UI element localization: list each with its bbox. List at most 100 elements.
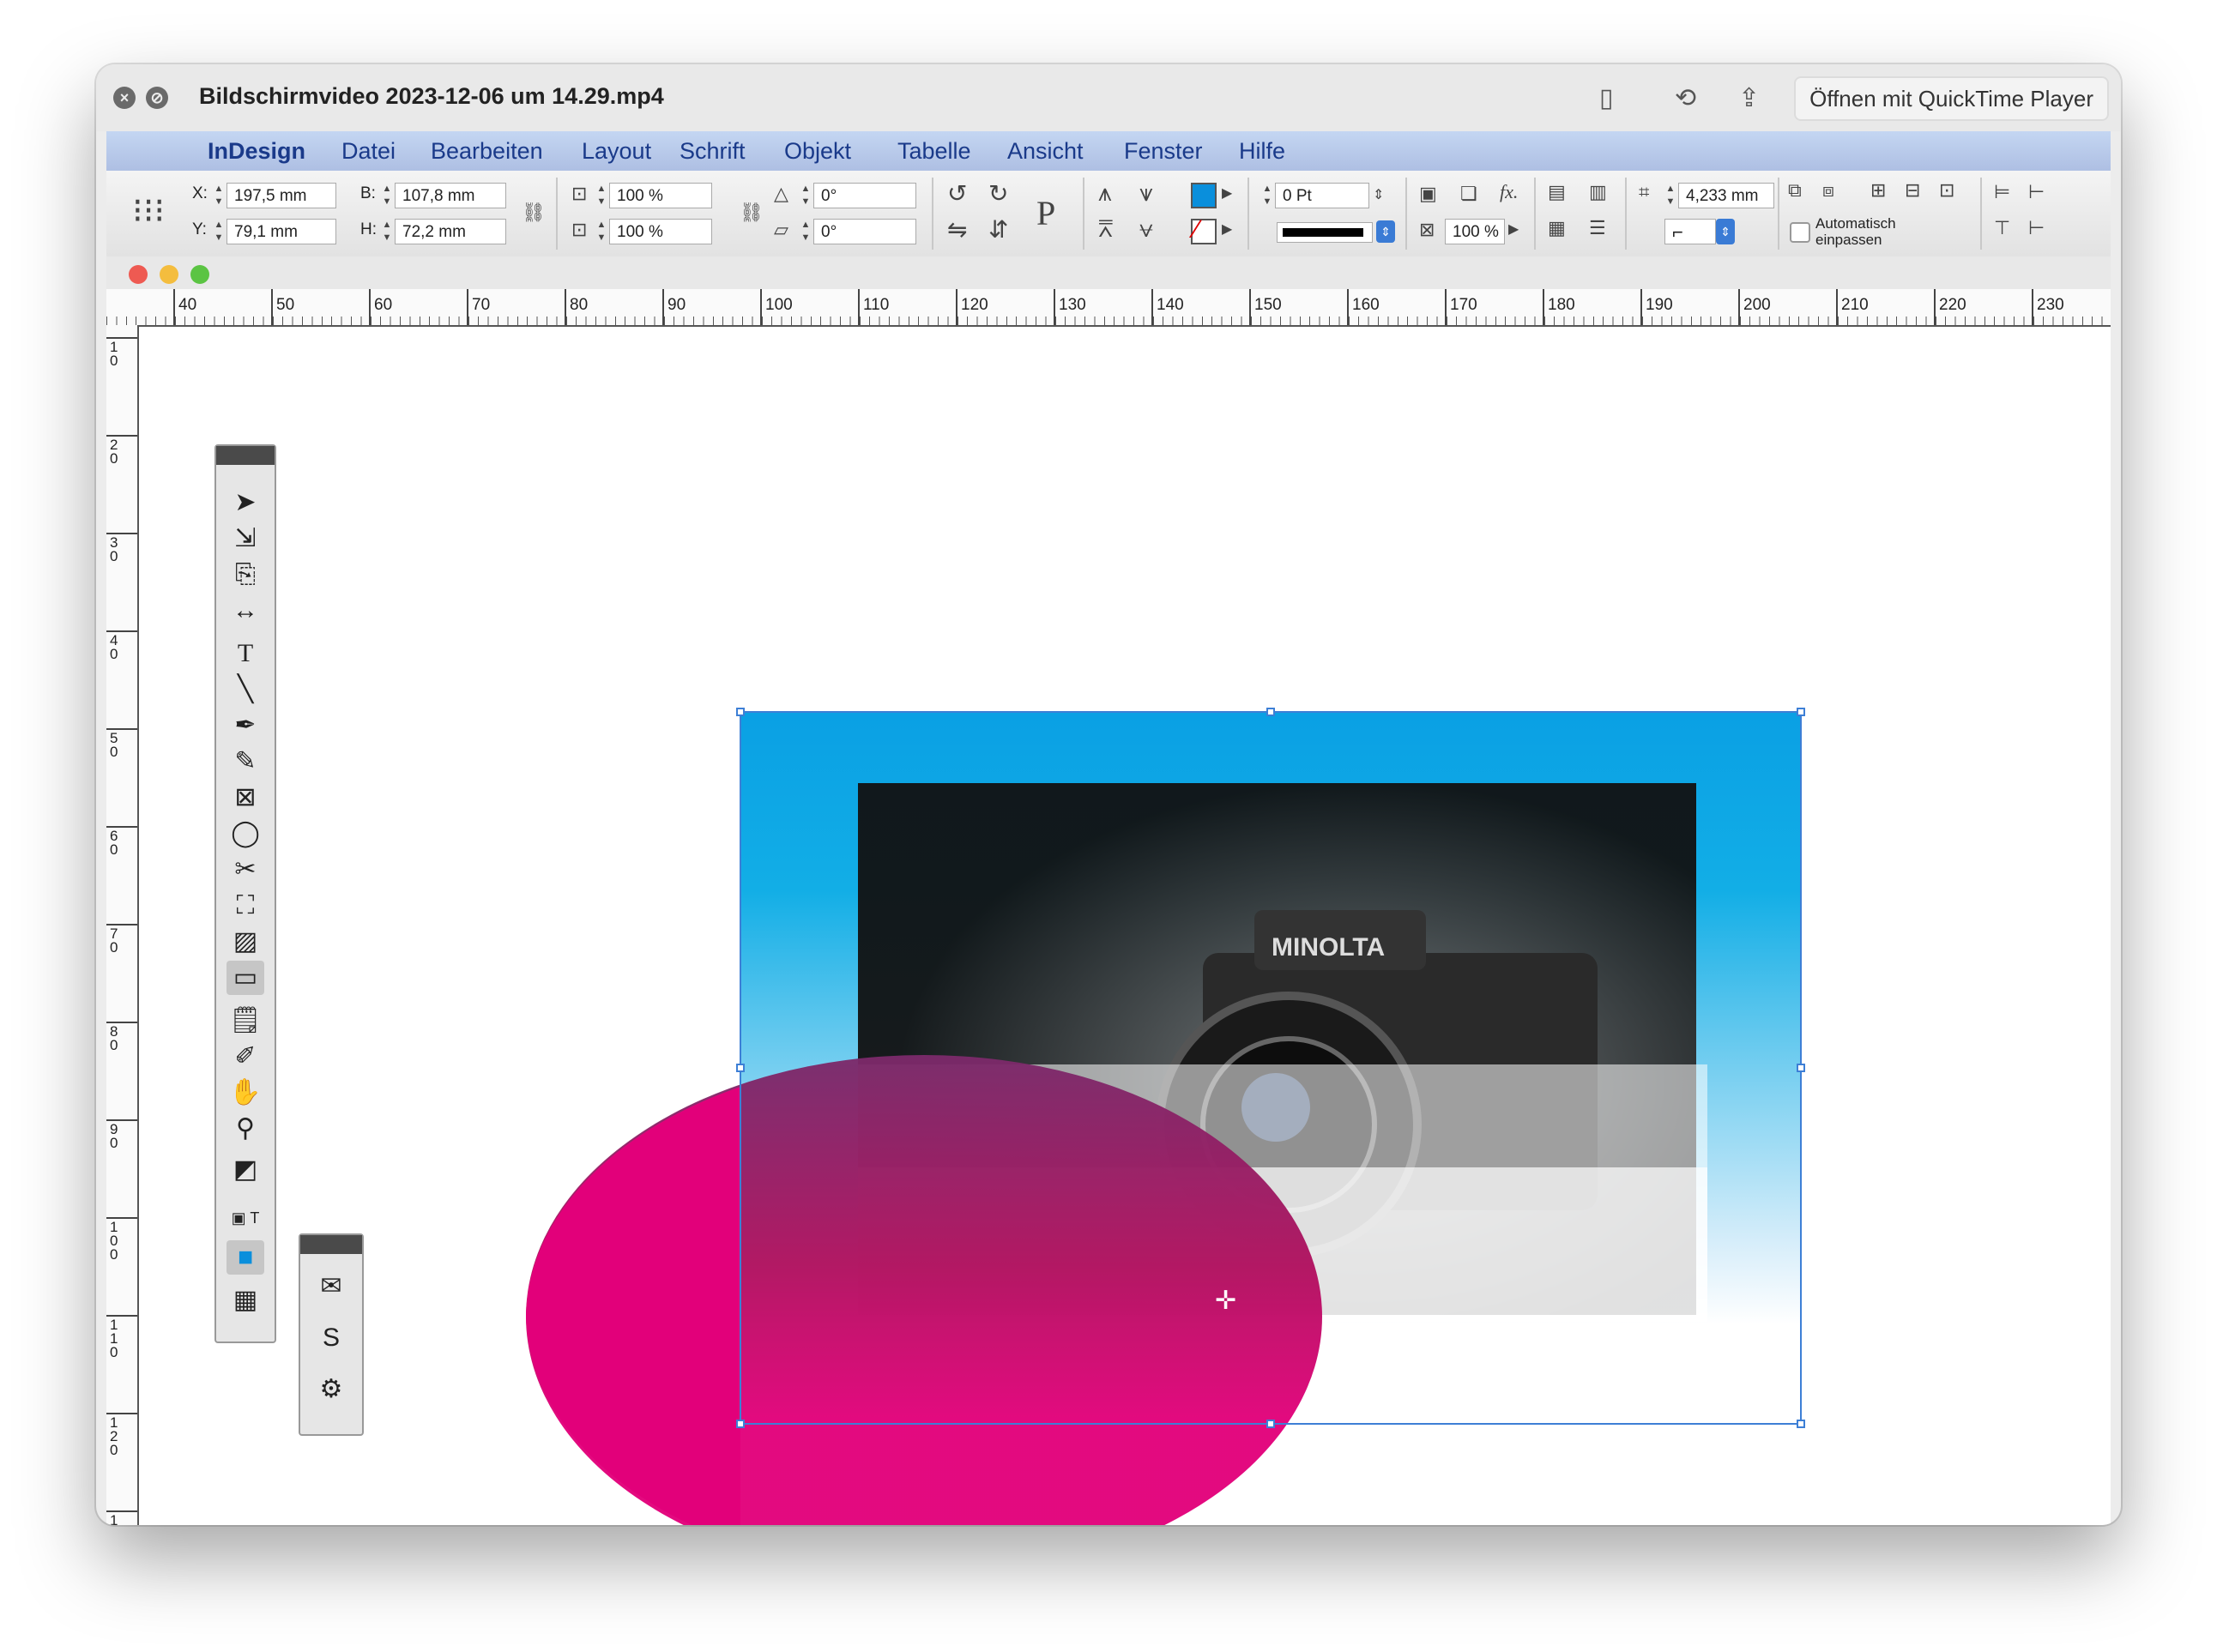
- handle-top-left[interactable]: [736, 708, 745, 716]
- opacity-field[interactable]: 100 %: [1445, 219, 1505, 244]
- select-content-icon[interactable]: ⩞: [1098, 215, 1113, 244]
- scale-x-spinner[interactable]: ▲ ▼: [595, 183, 607, 208]
- constrain-scale-icon[interactable]: ⛓: [740, 202, 764, 224]
- reference-point-icon[interactable]: ⁝⁝⁝: [132, 191, 165, 231]
- free-transform-tool-icon[interactable]: ⛶: [227, 889, 264, 923]
- script-icon-1[interactable]: ✉: [312, 1269, 350, 1304]
- select-next-icon[interactable]: ⩛: [1139, 179, 1153, 208]
- minimize-icon[interactable]: ⊘: [146, 87, 168, 109]
- normal-view-mode-icon[interactable]: ■: [227, 1240, 264, 1275]
- align-top-icon[interactable]: ⊤: [1994, 217, 2010, 239]
- scale-y-spinner[interactable]: ▲ ▼: [595, 219, 607, 244]
- menu-ansicht[interactable]: Ansicht: [1007, 138, 1084, 165]
- gap-field[interactable]: 4,233 mm: [1678, 183, 1774, 208]
- vertical-ruler[interactable]: 1 0 2 0 3 0 4 0 5 0 6 0 7 0 8 0 9 0 1 0 0 1 1 0 1 2…: [106, 325, 139, 1525]
- direct-selection-tool-icon[interactable]: ⇲: [227, 522, 264, 556]
- opacity-arrow-icon[interactable]: ▶: [1508, 220, 1519, 238]
- menu-schrift[interactable]: Schrift: [680, 138, 746, 165]
- handle-top-center[interactable]: [1266, 708, 1275, 716]
- gap-spinner[interactable]: ▲ ▼: [1664, 183, 1676, 208]
- menu-layout[interactable]: Layout: [582, 138, 651, 165]
- fit-frame-to-content-icon[interactable]: ⧈: [1822, 179, 1834, 202]
- flip-horizontal-icon[interactable]: ⇋: [947, 215, 967, 244]
- hand-tool-icon[interactable]: ✋: [227, 1076, 264, 1110]
- rectangle-frame-tool-icon[interactable]: ⊠: [227, 781, 264, 815]
- distribute-more-icon[interactable]: ⊢: [2028, 217, 2045, 239]
- rotate-cw-icon[interactable]: ↻: [988, 179, 1008, 208]
- x-spinner[interactable]: ▲ ▼: [213, 183, 225, 208]
- screen-mode-icon[interactable]: ▦: [227, 1283, 264, 1317]
- type-tool-icon[interactable]: T: [227, 636, 264, 671]
- handle-middle-left[interactable]: [736, 1064, 745, 1072]
- fill-frame-proportionally-icon[interactable]: ⊟: [1905, 179, 1920, 202]
- handle-bottom-left[interactable]: [736, 1420, 745, 1428]
- stroke-menu-arrow-icon[interactable]: ▶: [1222, 220, 1232, 238]
- x-field[interactable]: 197,5 mm: [227, 183, 336, 208]
- doc-zoom-button[interactable]: [190, 265, 209, 284]
- w-field[interactable]: 107,8 mm: [395, 183, 506, 208]
- share-icon[interactable]: ⇪: [1738, 83, 1760, 113]
- gradient-swatch-tool-icon[interactable]: ▨: [227, 925, 264, 959]
- rotate-icon[interactable]: ⟲: [1675, 83, 1696, 113]
- select-container-icon[interactable]: ⩚: [1098, 179, 1112, 208]
- scissors-tool-icon[interactable]: ✂: [227, 853, 264, 887]
- zoom-tool-icon[interactable]: ⚲: [227, 1112, 264, 1146]
- open-with-quicktime-button[interactable]: Öffnen mit QuickTime Player: [1794, 76, 2109, 121]
- flip-vertical-icon[interactable]: ⇵: [988, 215, 1008, 244]
- stroke-weight-spinner[interactable]: ▲ ▼: [1261, 183, 1273, 208]
- fill-menu-arrow-icon[interactable]: ▶: [1222, 184, 1232, 202]
- h-field[interactable]: 72,2 mm: [395, 219, 506, 244]
- fit-content-to-frame-icon[interactable]: ⧉: [1788, 179, 1802, 202]
- stroke-weight-dropdown-icon[interactable]: ⇕: [1373, 186, 1384, 203]
- scale-x-field[interactable]: 100 %: [609, 183, 712, 208]
- text-wrap-bounding-icon[interactable]: ▥: [1589, 181, 1607, 203]
- align-more-icon[interactable]: ⊢: [2028, 181, 2045, 203]
- stroke-type-dropdown[interactable]: [1277, 222, 1373, 243]
- doc-minimize-button[interactable]: [160, 265, 178, 284]
- tools-panel-header[interactable]: [216, 446, 275, 465]
- select-previous-icon[interactable]: ⩝: [1139, 215, 1153, 244]
- shear-field[interactable]: 0°: [813, 219, 916, 244]
- align-left-icon[interactable]: ⊨: [1994, 181, 2010, 203]
- document-canvas[interactable]: MINOLTA ✛: [139, 327, 2111, 1525]
- fit-content-proportionally-icon[interactable]: ⊡: [1939, 179, 1954, 202]
- menu-objekt[interactable]: Objekt: [784, 138, 851, 165]
- w-spinner[interactable]: ▲ ▼: [381, 183, 393, 208]
- h-spinner[interactable]: ▲ ▼: [381, 219, 393, 244]
- constrain-proportions-icon[interactable]: ⛓: [522, 202, 546, 224]
- text-wrap-none-icon[interactable]: ▤: [1548, 181, 1566, 203]
- gradient-feather-tool-icon[interactable]: ▭: [227, 961, 264, 995]
- handle-middle-right[interactable]: [1797, 1064, 1805, 1072]
- stroke-weight-field[interactable]: 0 Pt: [1275, 183, 1369, 208]
- note-tool-icon[interactable]: 🗒: [227, 1004, 264, 1038]
- menu-tabelle[interactable]: Tabelle: [897, 138, 971, 165]
- script-icon-2[interactable]: S: [312, 1321, 350, 1355]
- menu-indesign[interactable]: InDesign: [208, 138, 305, 165]
- rotation-spinner[interactable]: ▲ ▼: [800, 183, 812, 208]
- fill-swatch[interactable]: [1191, 183, 1217, 208]
- text-wrap-shape-icon[interactable]: ▦: [1548, 217, 1566, 239]
- stroke-type-dropdown-icon[interactable]: ⇕: [1376, 220, 1395, 243]
- page-tool-icon[interactable]: ⎘: [227, 558, 264, 592]
- gap-tool-icon[interactable]: ↔: [227, 594, 264, 628]
- rotate-ccw-icon[interactable]: ↺: [947, 179, 967, 208]
- close-icon[interactable]: ×: [113, 87, 136, 109]
- doc-close-button[interactable]: [129, 265, 148, 284]
- corner-shape-field[interactable]: ⌐: [1664, 219, 1716, 244]
- y-spinner[interactable]: ▲ ▼: [213, 219, 225, 244]
- handle-bottom-center[interactable]: [1266, 1420, 1275, 1428]
- selection-tool-icon[interactable]: ➤: [227, 485, 264, 520]
- trim-icon[interactable]: ▯: [1599, 83, 1614, 113]
- menu-hilfe[interactable]: Hilfe: [1239, 138, 1285, 165]
- corner-shape-dropdown-icon[interactable]: ⇕: [1716, 219, 1735, 244]
- script-panel-header[interactable]: [300, 1235, 362, 1254]
- text-wrap-jump-icon[interactable]: ☰: [1589, 217, 1606, 239]
- ellipse-tool-icon[interactable]: ◯: [227, 817, 264, 851]
- handle-bottom-right[interactable]: [1797, 1420, 1805, 1428]
- menu-datei[interactable]: Datei: [341, 138, 396, 165]
- menu-fenster[interactable]: Fenster: [1124, 138, 1203, 165]
- effects-icon[interactable]: ▣: [1419, 183, 1437, 205]
- scale-y-field[interactable]: 100 %: [609, 219, 712, 244]
- rotation-field[interactable]: 0°: [813, 183, 916, 208]
- handle-top-right[interactable]: [1797, 708, 1805, 716]
